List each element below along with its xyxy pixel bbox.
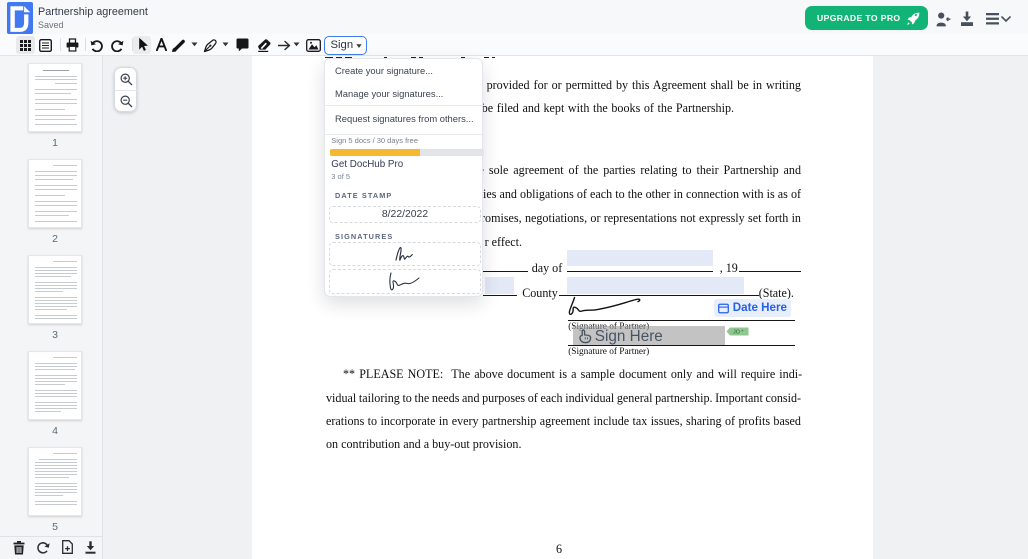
svg-text:JO *: JO * xyxy=(733,330,744,336)
